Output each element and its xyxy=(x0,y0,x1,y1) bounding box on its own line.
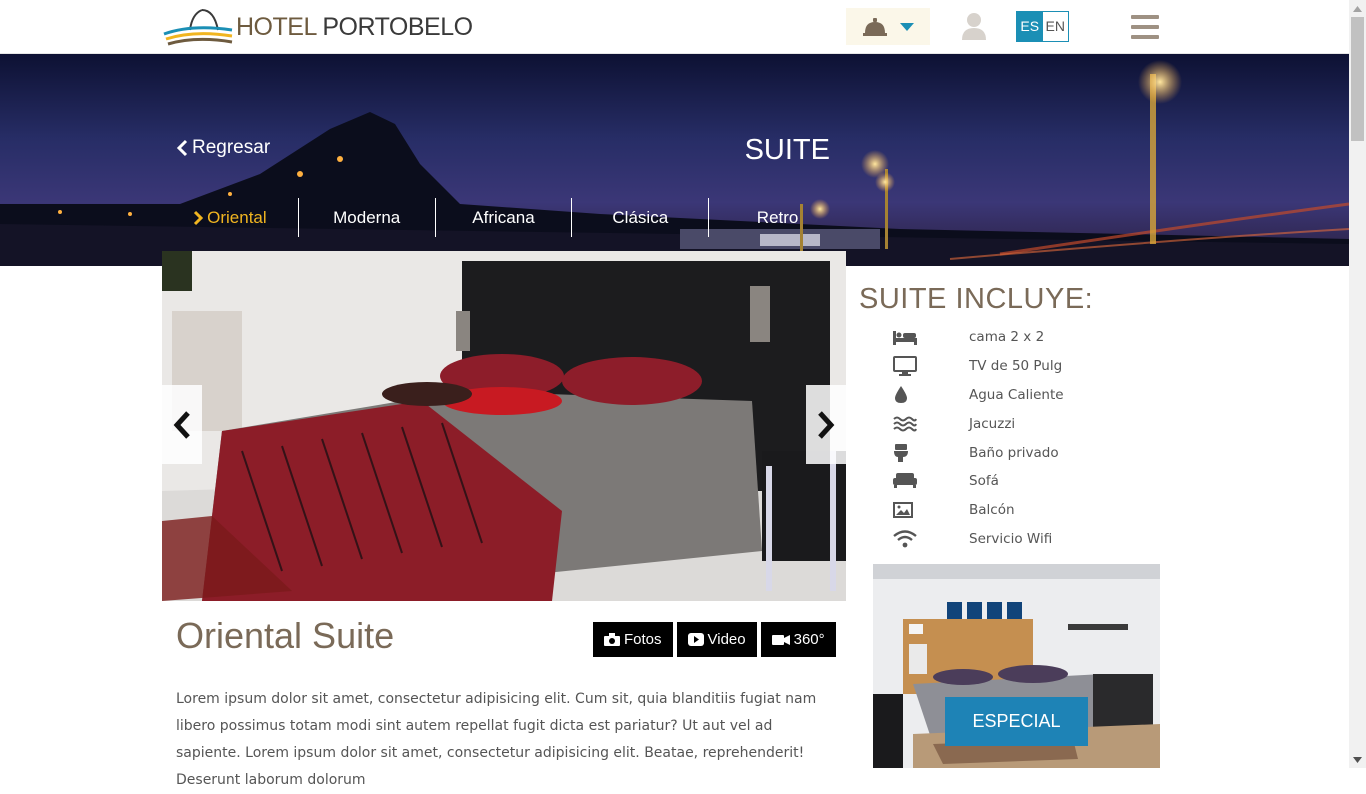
scroll-down-icon[interactable] xyxy=(1349,751,1366,768)
bed-icon xyxy=(893,331,917,346)
scrollbar-thumb[interactable] xyxy=(1351,17,1364,141)
top-navbar: HOTEL PORTOBELO ES EN xyxy=(0,0,1349,54)
bedroom-photo xyxy=(162,251,846,601)
list-item: Servicio Wifi xyxy=(893,525,1173,554)
list-item: Jacuzzi xyxy=(893,409,1173,438)
water-drop-icon xyxy=(895,385,907,403)
reservation-dropdown-button[interactable] xyxy=(846,8,930,45)
scroll-up-icon[interactable] xyxy=(1349,0,1366,17)
tab-label: Moderna xyxy=(333,207,401,227)
tab-label: Retro xyxy=(756,207,799,227)
video-button[interactable]: Video xyxy=(676,622,757,657)
back-label: Regresar xyxy=(192,137,271,158)
tab-label: Africana xyxy=(472,207,535,227)
list-item: Baño privado xyxy=(893,438,1173,467)
photos-label: Fotos xyxy=(624,631,662,648)
sofa-icon xyxy=(893,473,917,489)
list-item: TV de 50 Pulg xyxy=(893,352,1173,381)
carousel-prev-button[interactable] xyxy=(162,385,202,464)
suite-name: Oriental Suite xyxy=(176,615,395,656)
amenity-label: TV de 50 Pulg xyxy=(969,358,1063,375)
chevron-left-icon xyxy=(176,139,188,157)
amenities-list: cama 2 x 2 TV de 50 Pulg Agua Caliente J… xyxy=(893,323,1173,553)
carousel-next-button[interactable] xyxy=(806,385,846,464)
suite-type-tabs: Oriental Moderna Africana Clásica Retro xyxy=(162,198,846,237)
suite-description: Lorem ipsum dolor sit amet, consectetur … xyxy=(176,691,817,788)
special-offer-card[interactable]: ESPECIAL xyxy=(873,564,1160,768)
language-switcher: ES EN xyxy=(1016,11,1069,42)
bell-icon xyxy=(863,17,887,36)
camera-icon xyxy=(604,633,620,646)
tab-label: Clásica xyxy=(612,207,669,227)
page-title: SUITE xyxy=(744,134,830,166)
amenity-label: Sofá xyxy=(969,473,999,490)
media-buttons: Fotos Video 360° xyxy=(593,622,836,657)
list-item: Sofá xyxy=(893,467,1173,496)
video-camera-icon xyxy=(771,634,790,645)
tab-moderna[interactable]: Moderna xyxy=(299,198,436,237)
chevron-left-icon xyxy=(173,410,190,439)
amenity-label: cama 2 x 2 xyxy=(969,329,1045,346)
lang-es-button[interactable]: ES xyxy=(1017,12,1043,41)
list-item: Balcón xyxy=(893,496,1173,525)
amenity-label: Servicio Wifi xyxy=(969,530,1053,547)
logo-text: HOTEL PORTOBELO xyxy=(236,12,473,41)
wifi-icon xyxy=(893,530,917,548)
logo-emblem-icon xyxy=(163,9,233,46)
back-link[interactable]: Regresar xyxy=(176,137,270,159)
chevron-right-icon xyxy=(194,210,204,225)
page-scrollbar[interactable] xyxy=(1349,0,1366,768)
play-icon xyxy=(687,633,704,646)
amenity-label: Balcón xyxy=(969,502,1015,519)
toilet-icon xyxy=(894,443,908,462)
list-item: cama 2 x 2 xyxy=(893,323,1173,352)
tab-oriental[interactable]: Oriental xyxy=(162,198,299,237)
tab-clasica[interactable]: Clásica xyxy=(572,198,710,237)
hamburger-icon[interactable] xyxy=(1131,15,1159,39)
tour-360-label: 360° xyxy=(793,631,825,648)
amenity-label: Jacuzzi xyxy=(969,415,1016,432)
hero-banner: Regresar SUITE Oriental Moderna Africana… xyxy=(0,54,1349,266)
user-icon[interactable] xyxy=(958,10,990,42)
list-item: Agua Caliente xyxy=(893,381,1173,410)
tv-icon xyxy=(893,356,917,377)
amenity-label: Baño privado xyxy=(969,444,1059,461)
room-photo-carousel xyxy=(162,251,846,601)
amenity-label: Agua Caliente xyxy=(969,386,1064,403)
waves-icon xyxy=(893,416,917,432)
special-button[interactable]: ESPECIAL xyxy=(945,697,1088,746)
tab-label: Oriental xyxy=(207,207,267,227)
lang-en-button[interactable]: EN xyxy=(1042,12,1068,41)
hotel-logo[interactable]: HOTEL PORTOBELO xyxy=(162,6,473,48)
tour-360-button[interactable]: 360° xyxy=(760,622,836,657)
photos-button[interactable]: Fotos xyxy=(593,622,673,657)
tab-retro[interactable]: Retro xyxy=(709,198,846,237)
caret-down-icon xyxy=(900,22,914,31)
chevron-right-icon xyxy=(818,410,835,439)
includes-title: SUITE INCLUYE: xyxy=(859,283,1094,315)
tab-africana[interactable]: Africana xyxy=(436,198,573,237)
image-icon xyxy=(893,502,913,519)
video-label: Video xyxy=(707,631,746,648)
